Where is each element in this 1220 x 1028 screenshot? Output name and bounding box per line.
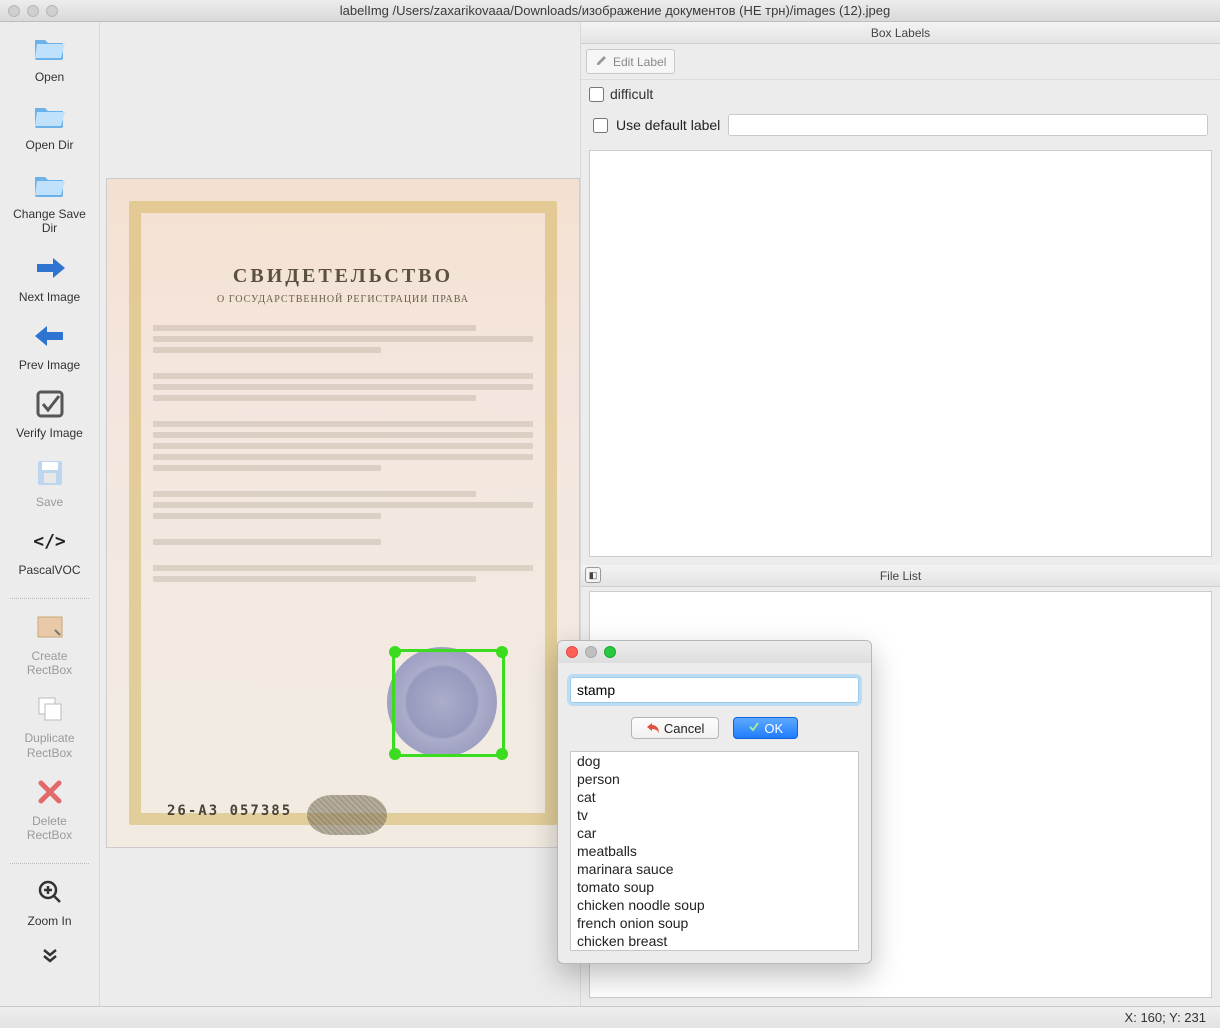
check-icon (748, 721, 760, 736)
open-button[interactable]: Open (5, 30, 95, 84)
window-titlebar: labelImg /Users/zaxarikovaaa/Downloads/и… (0, 0, 1220, 22)
cursor-coordinates: X: 160; Y: 231 (1125, 1010, 1206, 1025)
edit-label-text: Edit Label (613, 55, 666, 69)
image-canvas[interactable]: СВИДЕТЕЛЬСТВО О ГОСУДАРСТВЕННОЙ РЕГИСТРА… (100, 22, 580, 1006)
code-icon: </> (32, 523, 68, 559)
bounding-box[interactable] (392, 649, 505, 757)
label-option[interactable]: tv (571, 806, 858, 824)
create-rect-label: Create RectBox (27, 649, 72, 678)
label-option[interactable]: french onion soup (571, 914, 858, 932)
edit-icon (595, 53, 609, 70)
verify-image-button[interactable]: Verify Image (5, 386, 95, 440)
chevron-down-icon[interactable] (41, 946, 59, 970)
save-label: Save (36, 495, 63, 509)
save-button[interactable]: Save (5, 455, 95, 509)
zoom-in-label: Zoom In (27, 914, 71, 928)
open-label: Open (35, 70, 64, 84)
difficult-label: difficult (610, 86, 653, 102)
toolbar-separator (10, 598, 89, 599)
file-list-header: ◧ File List (581, 565, 1220, 587)
checkbox-icon (32, 386, 68, 422)
file-list-title: File List (880, 569, 921, 583)
dialog-titlebar[interactable] (558, 641, 871, 663)
arrow-left-icon (32, 318, 68, 354)
duplicate-icon (32, 691, 68, 727)
change-save-dir-button[interactable]: Change Save Dir (5, 167, 95, 236)
zoom-in-icon (32, 874, 68, 910)
bbox-handle-br[interactable] (496, 748, 508, 760)
box-labels-toolbar: Edit Label (581, 44, 1220, 80)
ok-button[interactable]: OK (733, 717, 798, 739)
open-dir-button[interactable]: Open Dir (5, 98, 95, 152)
default-label-text: Use default label (616, 117, 720, 133)
label-option[interactable]: tomato soup (571, 878, 858, 896)
dialog-body: Cancel OK dogpersoncattvcarmeatballsmari… (558, 663, 871, 963)
label-option[interactable]: chicken noodle soup (571, 896, 858, 914)
folder-save-icon (32, 167, 68, 203)
label-option[interactable]: car (571, 824, 858, 842)
toolbar-separator-2 (10, 863, 89, 864)
label-option[interactable]: dog (571, 752, 858, 770)
document-serial: 26-АЗ 057385 (167, 803, 292, 819)
folder-open-dir-icon (32, 98, 68, 134)
bbox-handle-bl[interactable] (389, 748, 401, 760)
zoom-in-button[interactable]: Zoom In (5, 874, 95, 928)
label-input[interactable] (570, 677, 859, 703)
open-dir-label: Open Dir (25, 138, 73, 152)
status-bar: X: 160; Y: 231 (0, 1006, 1220, 1028)
label-option[interactable]: cat (571, 788, 858, 806)
cancel-button[interactable]: Cancel (631, 717, 719, 739)
bbox-handle-tr[interactable] (496, 646, 508, 658)
delete-rectbox-button[interactable]: Delete RectBox (5, 774, 95, 843)
label-options-list[interactable]: dogpersoncattvcarmeatballsmarinara sauce… (570, 751, 859, 951)
label-option[interactable]: meatballs (571, 842, 858, 860)
duplicate-rect-label: Duplicate RectBox (24, 731, 74, 760)
bbox-handle-tl[interactable] (389, 646, 401, 658)
label-option[interactable]: person (571, 770, 858, 788)
change-save-dir-label: Change Save Dir (5, 207, 95, 236)
label-option[interactable]: marinara sauce (571, 860, 858, 878)
dialog-zoom-icon[interactable] (604, 646, 616, 658)
popout-icon[interactable]: ◧ (585, 567, 601, 583)
ok-text: OK (764, 721, 783, 736)
edit-label-button[interactable]: Edit Label (586, 49, 675, 74)
dialog-buttons: Cancel OK (570, 717, 859, 739)
format-button[interactable]: </> PascalVOC (5, 523, 95, 577)
document-rosette (307, 795, 387, 835)
default-label-checkbox[interactable] (593, 118, 608, 133)
box-labels-title: Box Labels (871, 26, 930, 40)
arrow-right-icon (32, 250, 68, 286)
prev-image-button[interactable]: Prev Image (5, 318, 95, 372)
window-title: labelImg /Users/zaxarikovaaa/Downloads/и… (10, 3, 1220, 18)
default-label-input[interactable] (728, 114, 1208, 136)
label-dialog: Cancel OK dogpersoncattvcarmeatballsmari… (557, 640, 872, 964)
format-label: PascalVOC (18, 563, 80, 577)
left-toolbar: Open Open Dir Change Save Dir Next Image… (0, 22, 100, 1006)
undo-icon (646, 721, 660, 736)
document-heading: СВИДЕТЕЛЬСТВО (153, 265, 533, 288)
document-subheading: О ГОСУДАРСТВЕННОЙ РЕГИСТРАЦИИ ПРАВА (153, 294, 533, 305)
dialog-close-icon[interactable] (566, 646, 578, 658)
folder-open-icon (32, 30, 68, 66)
floppy-icon (32, 455, 68, 491)
cancel-text: Cancel (664, 721, 704, 736)
document-text-lines (153, 325, 533, 582)
default-label-row: Use default label (581, 108, 1220, 146)
difficult-row: difficult (581, 80, 1220, 108)
next-image-label: Next Image (19, 290, 80, 304)
verify-image-label: Verify Image (16, 426, 83, 440)
prev-image-label: Prev Image (19, 358, 80, 372)
delete-rect-label: Delete RectBox (27, 814, 72, 843)
box-labels-header: Box Labels (581, 22, 1220, 44)
next-image-button[interactable]: Next Image (5, 250, 95, 304)
duplicate-rectbox-button[interactable]: Duplicate RectBox (5, 691, 95, 760)
label-option[interactable]: chicken breast (571, 932, 858, 950)
difficult-checkbox[interactable] (589, 87, 604, 102)
loaded-image: СВИДЕТЕЛЬСТВО О ГОСУДАРСТВЕННОЙ РЕГИСТРА… (106, 178, 580, 848)
create-rectbox-button[interactable]: Create RectBox (5, 609, 95, 678)
delete-x-icon (32, 774, 68, 810)
dialog-minimize-icon (585, 646, 597, 658)
create-rect-icon (32, 609, 68, 645)
labels-list[interactable] (589, 150, 1212, 557)
